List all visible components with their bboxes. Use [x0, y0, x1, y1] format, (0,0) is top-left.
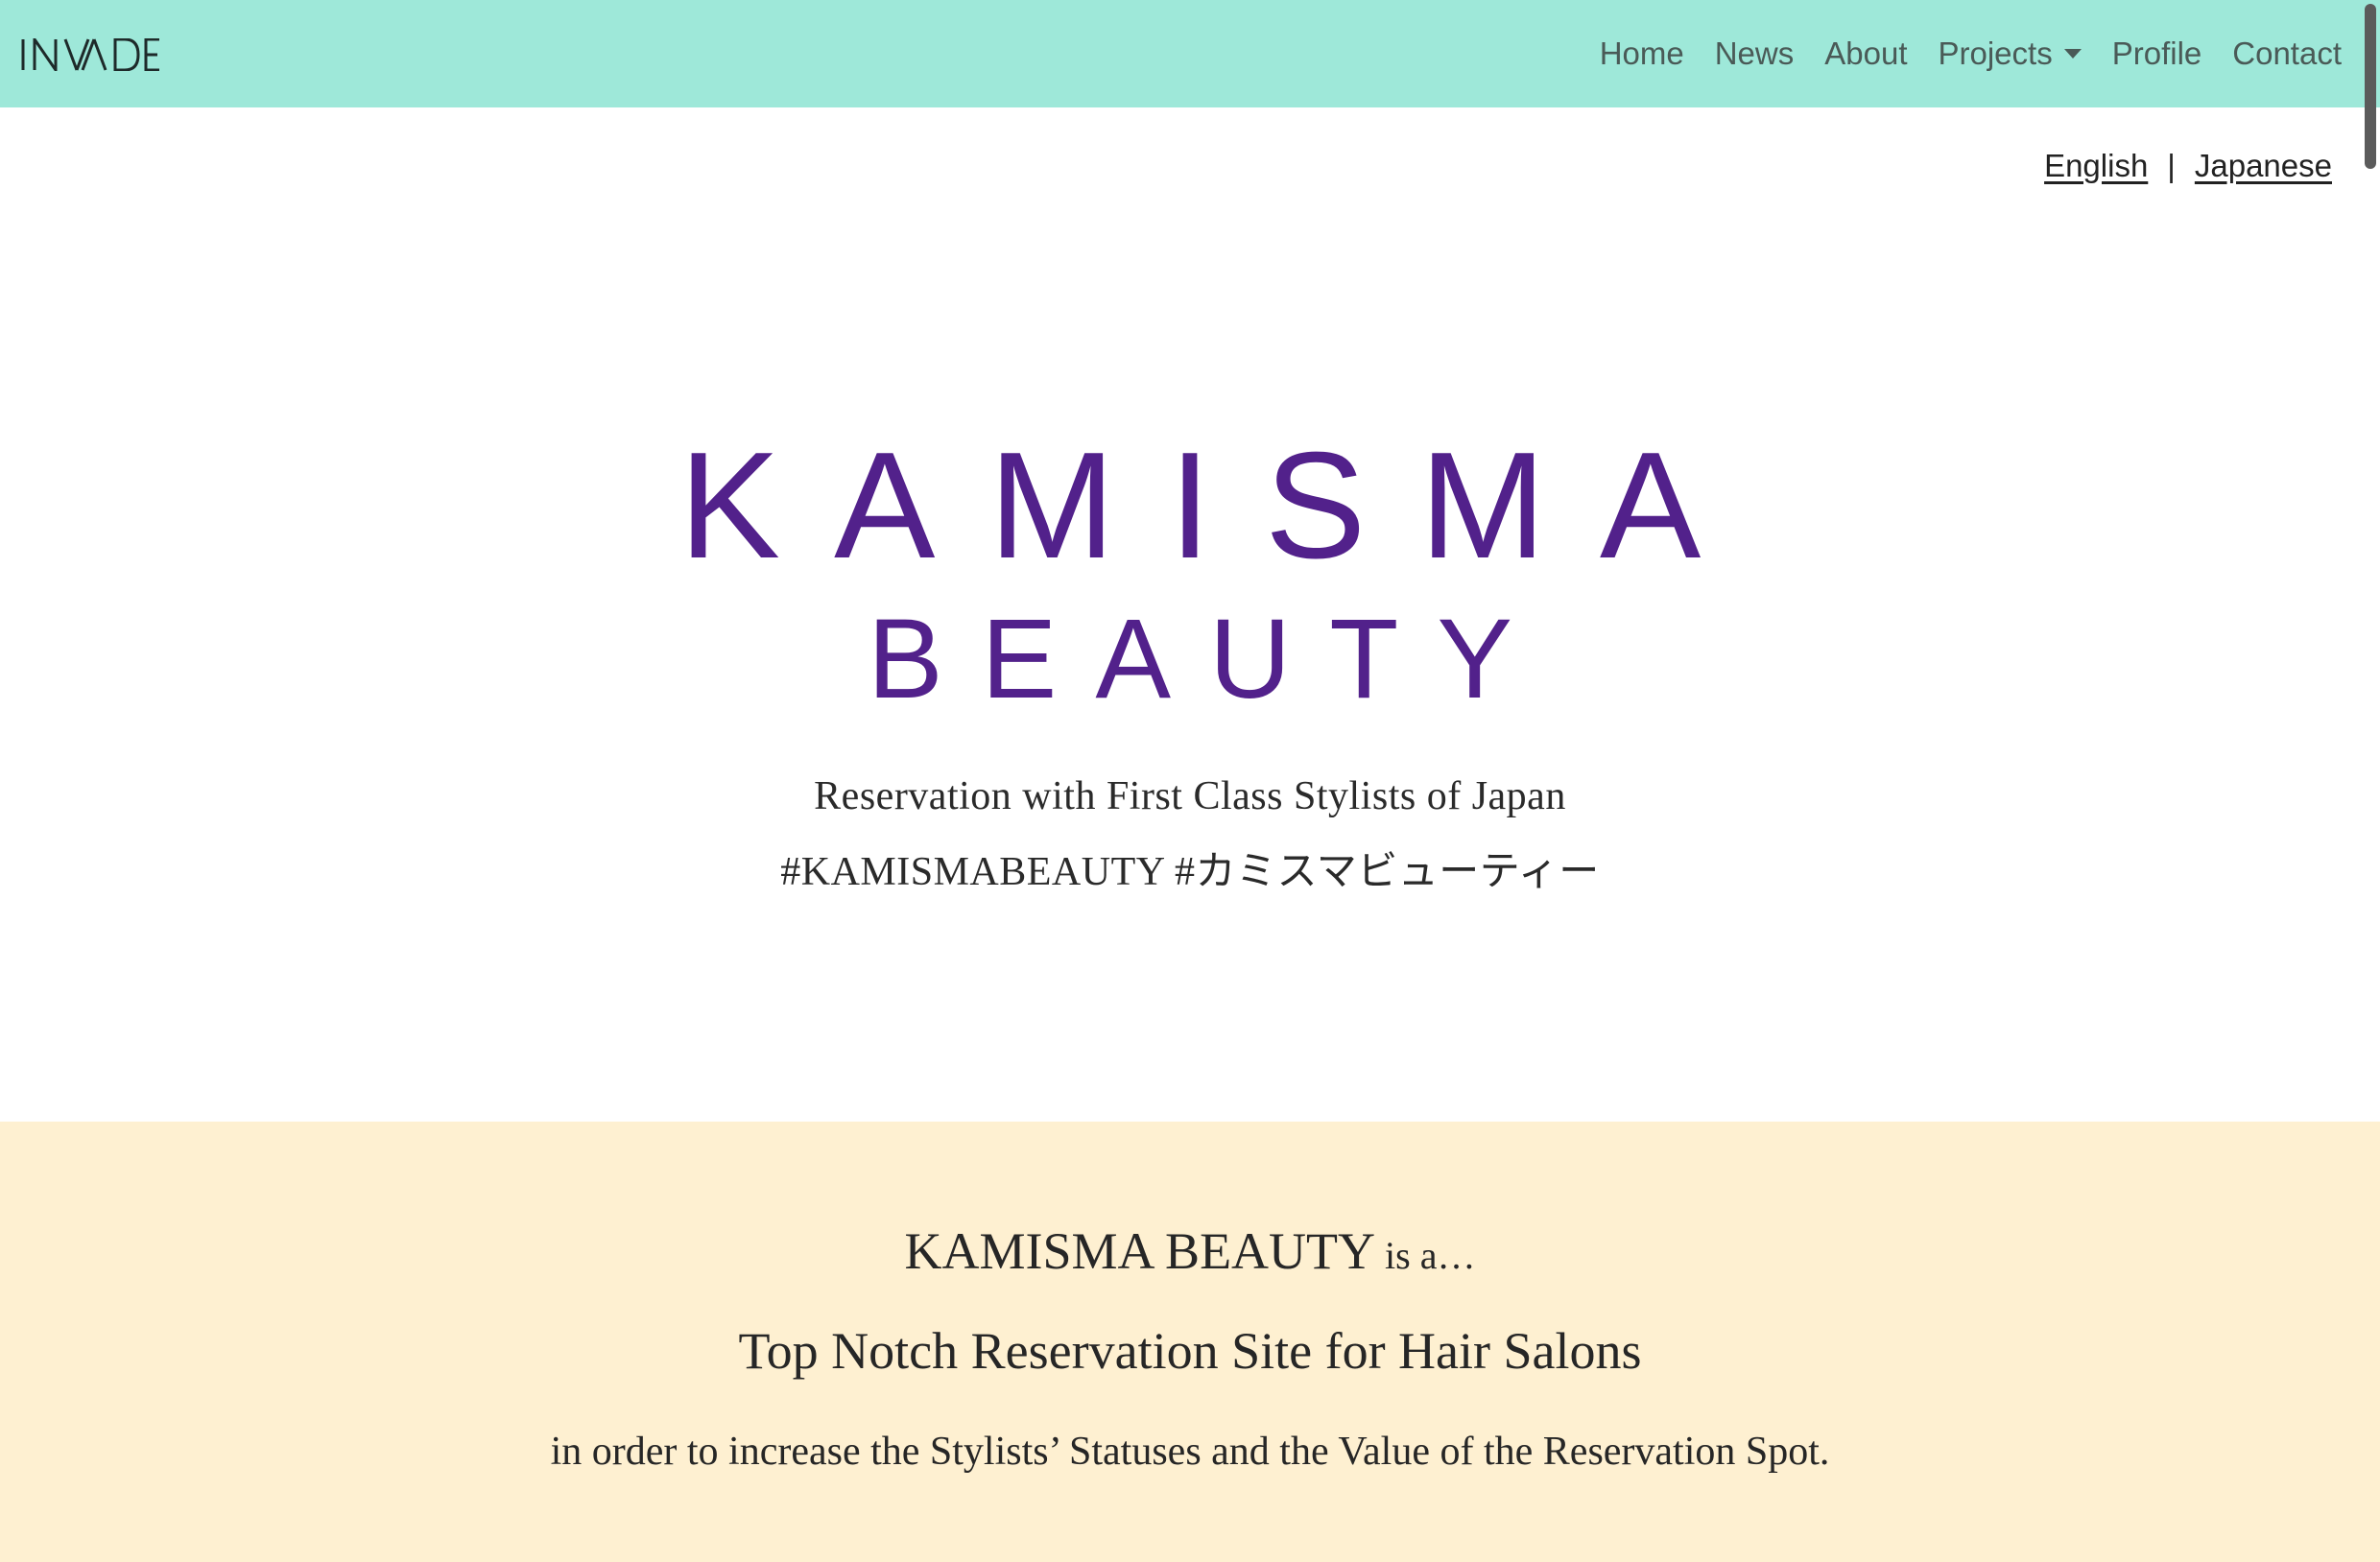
about-section: KAMISMA BEAUTY is a… Top Notch Reservati…	[0, 1122, 2380, 1562]
about-heading-suffix: is a…	[1375, 1234, 1476, 1277]
scrollbar-thumb[interactable]	[2365, 4, 2376, 169]
nav-profile-label: Profile	[2111, 36, 2202, 71]
about-description: in order to increase the Stylists’ Statu…	[550, 1430, 1830, 1474]
brand-logo[interactable]	[21, 38, 161, 71]
nav-contact-label: Contact	[2232, 36, 2342, 71]
nav-contact[interactable]: Contact	[2232, 36, 2342, 72]
about-heading-brand: KAMISMA BEAUTY	[904, 1222, 1376, 1280]
about-heading: KAMISMA BEAUTY is a…	[0, 1221, 2380, 1281]
english-link[interactable]: English	[2044, 148, 2148, 184]
hero-logo-kamisma: KAMISMA	[678, 421, 1755, 590]
language-separator: |	[2167, 148, 2176, 183]
language-switcher: English | Japanese	[2044, 148, 2332, 184]
nav-news[interactable]: News	[1715, 36, 1795, 72]
nav-links: Home News About Projects Profile Contact	[1600, 0, 2342, 107]
nav-home[interactable]: Home	[1600, 36, 1684, 72]
nav-about[interactable]: About	[1824, 36, 1907, 72]
nav-home-label: Home	[1599, 36, 1684, 71]
nav-projects-dropdown[interactable]: Projects	[1939, 36, 2082, 72]
nav-profile[interactable]: Profile	[2112, 36, 2202, 72]
top-navbar: Home News About Projects Profile Contact	[0, 0, 2380, 107]
nav-news-label: News	[1714, 36, 1795, 71]
hero-tagline: Reservation with First Class Stylists of…	[814, 774, 1566, 818]
about-subheading: Top Notch Reservation Site for Hair Salo…	[738, 1322, 1642, 1380]
hero-logo-beauty: BEAUTY	[867, 596, 1552, 722]
caret-down-icon	[2063, 49, 2082, 59]
japanese-link[interactable]: Japanese	[2195, 148, 2332, 184]
brand-wordmark	[21, 38, 159, 71]
nav-about-label: About	[1824, 36, 1908, 71]
nav-projects-label: Projects	[1938, 36, 2053, 71]
hero-hashtags: #KAMISMABEAUTY #カミスマビューティー	[780, 850, 1600, 894]
